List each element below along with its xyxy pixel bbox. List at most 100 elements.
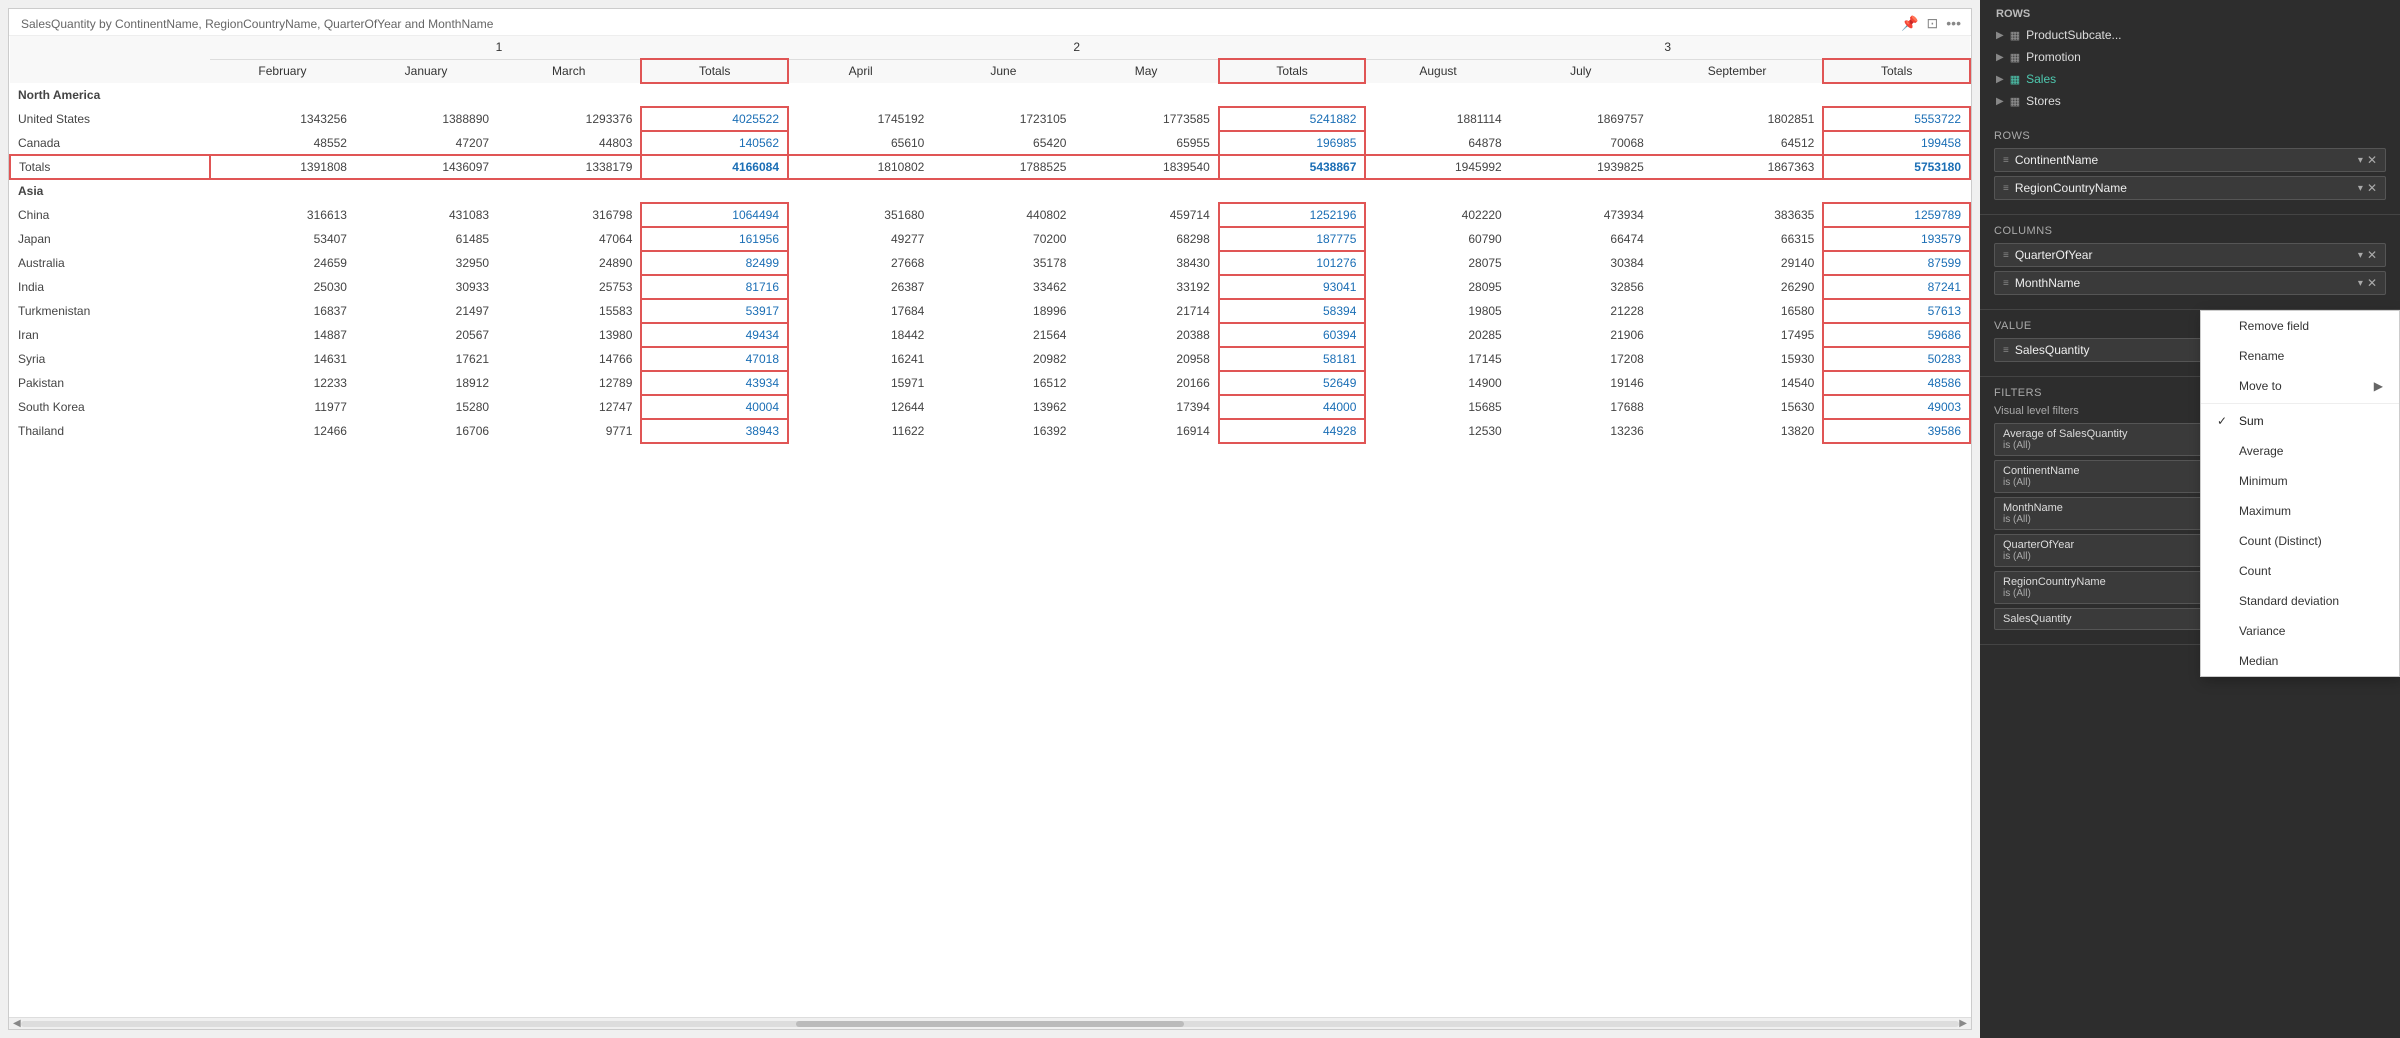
tree-item-rows: Rows	[1994, 4, 2386, 24]
matrix-title: SalesQuantity by ContinentName, RegionCo…	[9, 9, 1971, 36]
drag-icon: ≡	[2003, 155, 2009, 166]
quarter-2-header: 2	[788, 36, 1365, 59]
menu-item-average[interactable]: Average	[2201, 436, 2399, 466]
table-icon: ▦	[2010, 73, 2020, 86]
table-row: Canada 48552 47207 44803 140562 65610 65…	[10, 131, 1970, 155]
drag-icon: ≡	[2003, 183, 2009, 194]
menu-item-variance[interactable]: Variance	[2201, 616, 2399, 646]
menu-label: Count	[2239, 564, 2271, 578]
table-row: United States 1343256 1388890 1293376 40…	[10, 107, 1970, 131]
menu-item-move-to[interactable]: Move to ▶	[2201, 371, 2399, 401]
chevron-down-icon[interactable]: ▾	[2358, 250, 2363, 261]
tree-item-product-subcat[interactable]: ▶ ▦ ProductSubcate...	[1994, 24, 2386, 46]
menu-label: Minimum	[2239, 474, 2288, 488]
field-continent-name[interactable]: ≡ ContinentName ▾ ✕	[1994, 148, 2386, 172]
menu-item-minimum[interactable]: Minimum	[2201, 466, 2399, 496]
table-row: South Korea 11977 15280 12747 40004 1264…	[10, 395, 1970, 419]
field-region-country[interactable]: ≡ RegionCountryName ▾ ✕	[1994, 176, 2386, 200]
rows-label-text: Rows	[1996, 8, 2030, 20]
row-label: Canada	[10, 131, 210, 155]
matrix-toolbar: 📌 ⊡ •••	[1901, 15, 1961, 32]
col-q3-totals: Totals	[1823, 59, 1970, 83]
table-row: Pakistan 12233 18912 12789 43934 15971 1…	[10, 371, 1970, 395]
close-icon[interactable]: ✕	[2367, 181, 2377, 195]
col-august: August	[1365, 59, 1509, 83]
tree-arrow-icon: ▶	[1996, 74, 2004, 85]
quarter-1-header: 1	[210, 36, 788, 59]
menu-label: Remove field	[2239, 319, 2309, 333]
col-july: July	[1510, 59, 1652, 83]
more-icon[interactable]: •••	[1946, 15, 1961, 32]
scroll-track[interactable]	[21, 1021, 1960, 1027]
tree-item-stores[interactable]: ▶ ▦ Stores	[1994, 90, 2386, 112]
table-row: Turkmenistan 16837 21497 15583 53917 176…	[10, 299, 1970, 323]
menu-item-sum[interactable]: ✓ Sum	[2201, 406, 2399, 436]
rows-section: Rows ≡ ContinentName ▾ ✕ ≡ RegionCountry…	[1980, 120, 2400, 215]
table-row: Australia 24659 32950 24890 82499 27668 …	[10, 251, 1970, 275]
menu-label: Maximum	[2239, 504, 2291, 518]
menu-item-count-distinct[interactable]: Count (Distinct)	[2201, 526, 2399, 556]
col-q2-totals: Totals	[1219, 59, 1366, 83]
col-april: April	[788, 59, 932, 83]
menu-label: Average	[2239, 444, 2283, 458]
scroll-thumb[interactable]	[796, 1021, 1184, 1027]
col-march: March	[497, 59, 641, 83]
field-name-sales-qty: SalesQuantity	[2015, 343, 2090, 357]
expand-icon[interactable]: ⊡	[1927, 15, 1939, 32]
menu-divider	[2201, 403, 2399, 404]
col-q1-totals: Totals	[641, 59, 788, 83]
field-name-region: RegionCountryName	[2015, 181, 2127, 195]
close-icon[interactable]: ✕	[2367, 248, 2377, 262]
tree-item-sales[interactable]: ▶ ▦ Sales	[1994, 68, 2386, 90]
field-month-name[interactable]: ≡ MonthName ▾ ✕	[1994, 271, 2386, 295]
drag-icon: ≡	[2003, 345, 2009, 356]
pin-icon[interactable]: 📌	[1901, 15, 1918, 32]
chevron-down-icon[interactable]: ▾	[2358, 155, 2363, 166]
col-february: February	[210, 59, 355, 83]
menu-item-count[interactable]: Count	[2201, 556, 2399, 586]
menu-item-rename[interactable]: Rename	[2201, 341, 2399, 371]
horizontal-scrollbar[interactable]: ◀ ▶	[9, 1017, 1971, 1029]
menu-label: Median	[2239, 654, 2278, 668]
columns-section: Columns ≡ QuarterOfYear ▾ ✕ ≡ MonthName …	[1980, 215, 2400, 310]
tree-label-promotion: Promotion	[2026, 50, 2081, 64]
section-asia: Asia	[10, 179, 1970, 203]
fields-tree-section: Rows ▶ ▦ ProductSubcate... ▶ ▦ Promotion…	[1980, 0, 2400, 120]
menu-label: Variance	[2239, 624, 2285, 638]
tree-arrow-icon: ▶	[1996, 96, 2004, 107]
menu-item-std-dev[interactable]: Standard deviation	[2201, 586, 2399, 616]
table-row: China 316613 431083 316798 1064494 35168…	[10, 203, 1970, 227]
table-row-totals-na: Totals 1391808 1436097 1338179 4166084 1…	[10, 155, 1970, 179]
field-quarter-of-year[interactable]: ≡ QuarterOfYear ▾ ✕	[1994, 243, 2386, 267]
close-icon[interactable]: ✕	[2367, 153, 2377, 167]
scroll-left-icon[interactable]: ◀	[13, 1018, 21, 1029]
context-menu: Remove field Rename Move to ▶ ✓ Sum Aver…	[2200, 310, 2400, 677]
tree-arrow-icon: ▶	[1996, 30, 2004, 41]
table-icon: ▦	[2010, 51, 2020, 64]
chevron-down-icon[interactable]: ▾	[2358, 183, 2363, 194]
matrix-scroll-area[interactable]: 1 2 3 February January March Totals Apri…	[9, 36, 1971, 1017]
table-row: Syria 14631 17621 14766 47018 16241 2098…	[10, 347, 1970, 371]
chevron-down-icon[interactable]: ▾	[2358, 278, 2363, 289]
close-icon[interactable]: ✕	[2367, 276, 2377, 290]
tree-item-promotion[interactable]: ▶ ▦ Promotion	[1994, 46, 2386, 68]
table-row: India 25030 30933 25753 81716 26387 3346…	[10, 275, 1970, 299]
columns-label: Columns	[1994, 225, 2386, 237]
col-september: September	[1652, 59, 1824, 83]
quarter-3-header: 3	[1365, 36, 1970, 59]
menu-item-median[interactable]: Median	[2201, 646, 2399, 676]
value-section: Value ≡ SalesQuantity ▾ ✕ Remove field R…	[1980, 310, 2400, 377]
table-icon: ▦	[2010, 95, 2020, 108]
section-north-america: North America	[10, 83, 1970, 107]
table-row: Japan 53407 61485 47064 161956 49277 702…	[10, 227, 1970, 251]
tree-label-stores: Stores	[2026, 94, 2061, 108]
col-may: May	[1074, 59, 1218, 83]
menu-item-remove-field[interactable]: Remove field	[2201, 311, 2399, 341]
tree-arrow-icon: ▶	[1996, 52, 2004, 63]
menu-item-maximum[interactable]: Maximum	[2201, 496, 2399, 526]
table-row: Thailand 12466 16706 9771 38943 11622 16…	[10, 419, 1970, 443]
scroll-right-icon[interactable]: ▶	[1959, 1018, 1967, 1029]
menu-label: Sum	[2239, 414, 2264, 428]
menu-label: Count (Distinct)	[2239, 534, 2322, 548]
drag-icon: ≡	[2003, 250, 2009, 261]
